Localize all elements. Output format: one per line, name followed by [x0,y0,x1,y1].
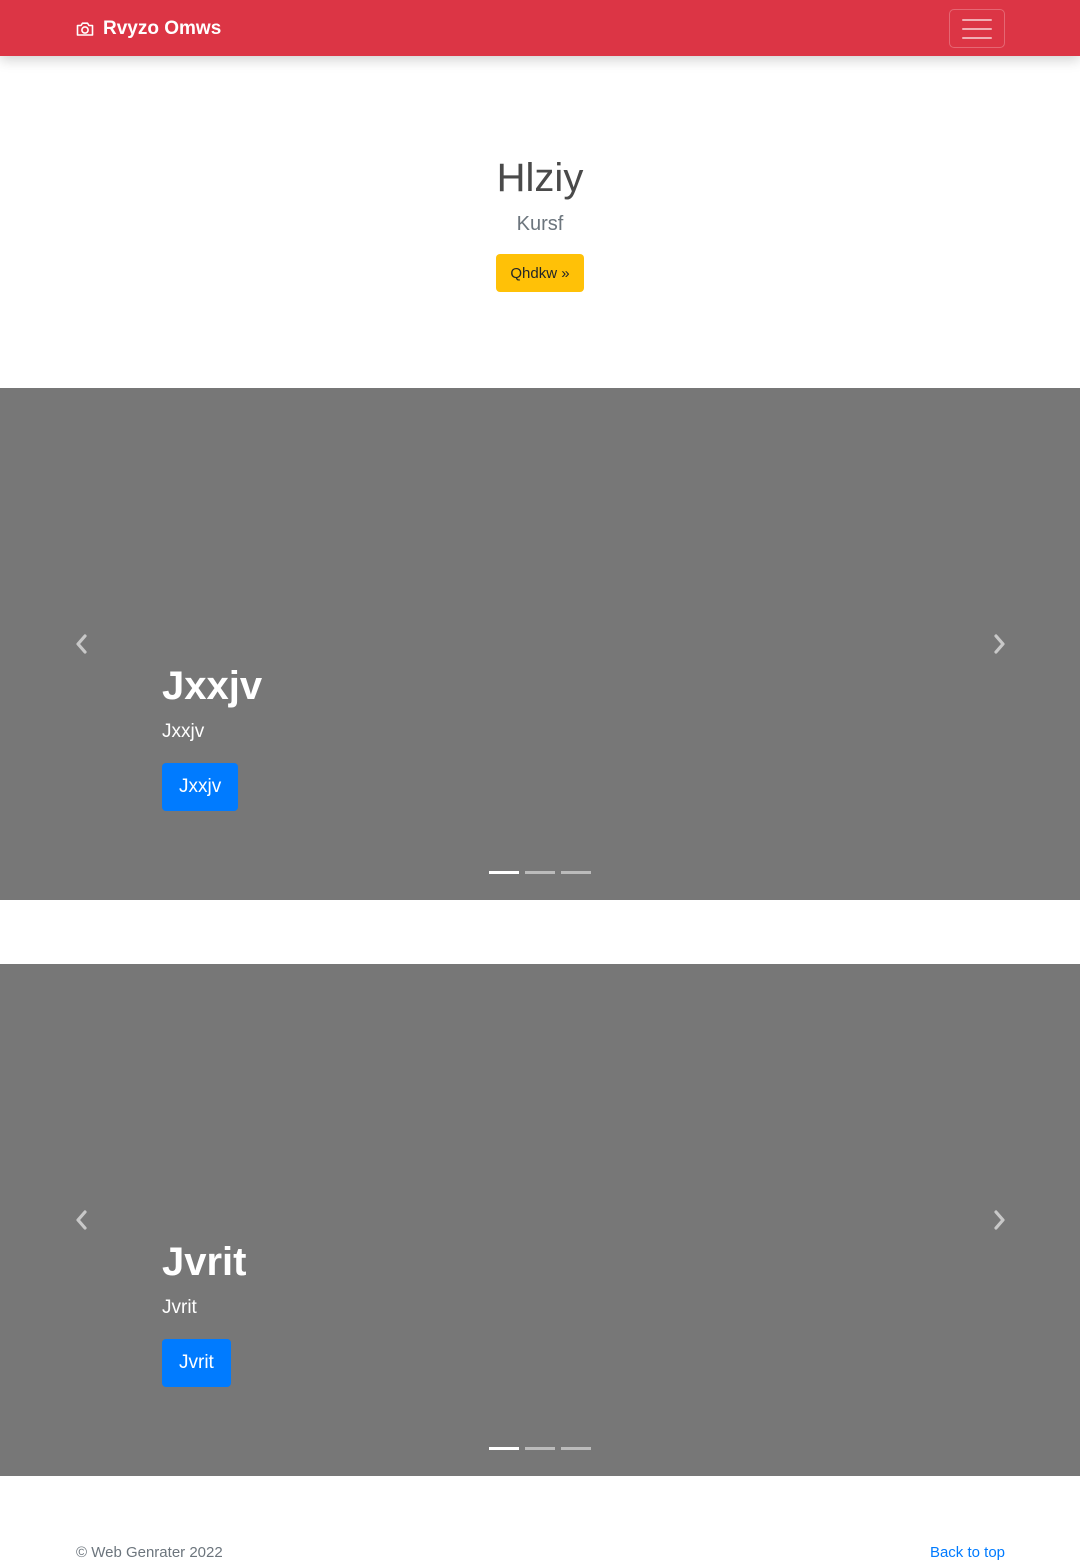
carousel-1: Jxxjv Jxxjv Jxxjv [0,388,1080,900]
brand-link[interactable]: Rvyzo Omws [75,16,221,42]
carousel-indicator-1[interactable] [489,1447,519,1450]
carousel-indicator-2[interactable] [525,1447,555,1450]
hamburger-menu-icon [962,18,992,40]
carousel-indicator-1[interactable] [489,871,519,874]
carousel-caption-title: Jxxjv [162,664,263,708]
carousel-caption-text: Jvrit [162,1297,197,1318]
carousel-indicators [489,871,591,874]
hero-title: Hlziy [496,156,584,200]
carousel-indicator-3[interactable] [561,1447,591,1450]
carousel-next-button[interactable] [987,1208,1011,1232]
carousel-caption-text: Jxxjv [162,721,205,742]
brand-name: Rvyzo Omws [103,18,222,39]
carousel-caption: Jxxjv Jxxjv Jxxjv [162,662,262,811]
carousel-next-button[interactable] [987,632,1011,656]
chevron-right-icon [994,1210,1005,1230]
chevron-left-icon [76,634,87,654]
hero-cta-button[interactable]: Qhdkw » [496,254,584,292]
footer: © Web Genrater 2022 Back to top [0,1476,1080,1564]
carousel-indicator-3[interactable] [561,871,591,874]
carousel-prev-button[interactable] [70,1208,94,1232]
carousel-caption-title: Jvrit [162,1240,247,1284]
back-to-top-link[interactable]: Back to top [930,1544,1005,1562]
carousel-caption: Jvrit Jvrit Jvrit [162,1238,247,1387]
carousel-prev-button[interactable] [70,632,94,656]
carousel-caption-button[interactable]: Jvrit [162,1339,231,1387]
carousel-caption-button[interactable]: Jxxjv [162,763,239,811]
navbar-toggler-button[interactable] [949,9,1005,48]
camera-icon [75,19,95,39]
hero-section: Hlziy Kursf Qhdkw » [0,56,1080,388]
carousel-indicator-2[interactable] [525,871,555,874]
hero-subtitle: Kursf [516,213,564,235]
chevron-left-icon [76,1210,87,1230]
chevron-right-icon [994,634,1005,654]
carousel-2: Jvrit Jvrit Jvrit [0,964,1080,1476]
navbar: Rvyzo Omws [0,0,1080,56]
copyright-text: © Web Genrater 2022 [76,1544,223,1561]
carousel-indicators [489,1447,591,1450]
